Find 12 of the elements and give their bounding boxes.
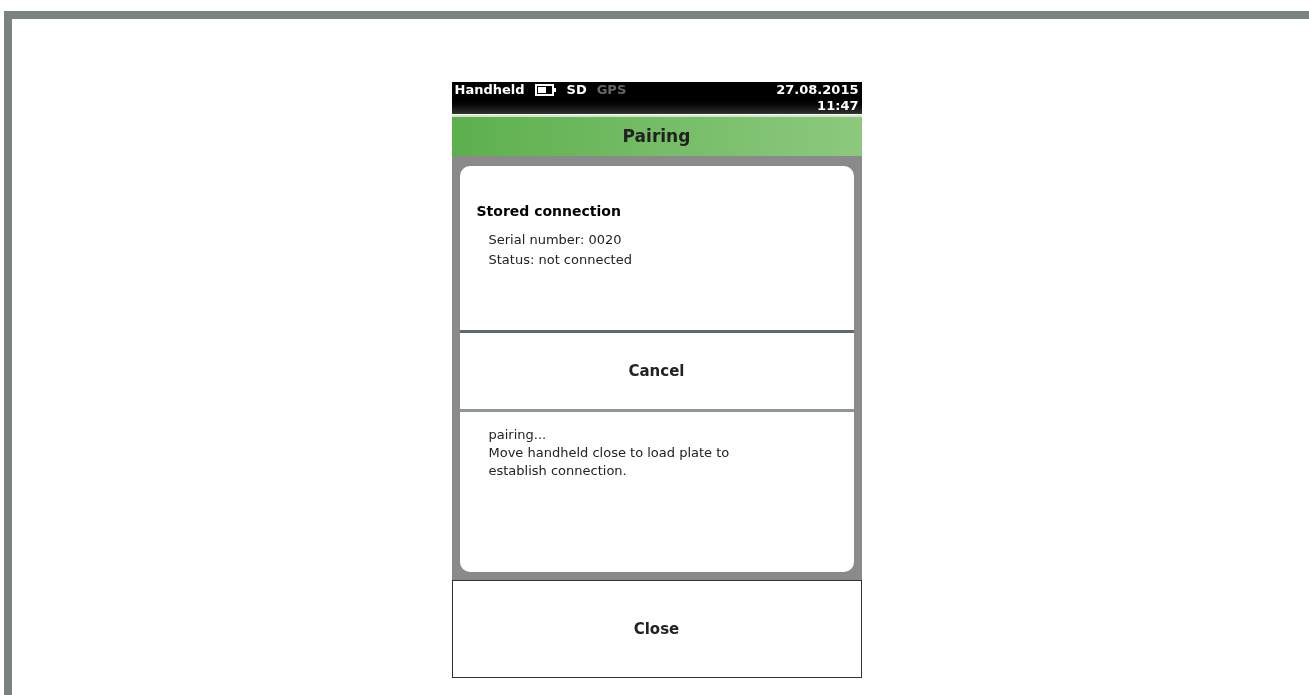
status-indicator: SD xyxy=(566,82,587,98)
info-line: Status: not connected xyxy=(488,251,633,269)
section-heading: Stored connection xyxy=(476,202,622,221)
status-message: pairing... Move handheld close to load plate to establish connection. xyxy=(488,426,731,480)
status-indicator: GPS xyxy=(596,82,627,98)
close-button[interactable]: Close xyxy=(451,580,862,678)
date-text: 27.08.2015 xyxy=(776,82,859,98)
device-name: Handheld xyxy=(454,82,525,98)
time-text: 11:47 xyxy=(817,98,859,114)
info-line: Serial number: 0020 xyxy=(488,231,623,249)
screen-title: Pairing xyxy=(451,115,862,156)
battery-icon xyxy=(534,84,557,96)
